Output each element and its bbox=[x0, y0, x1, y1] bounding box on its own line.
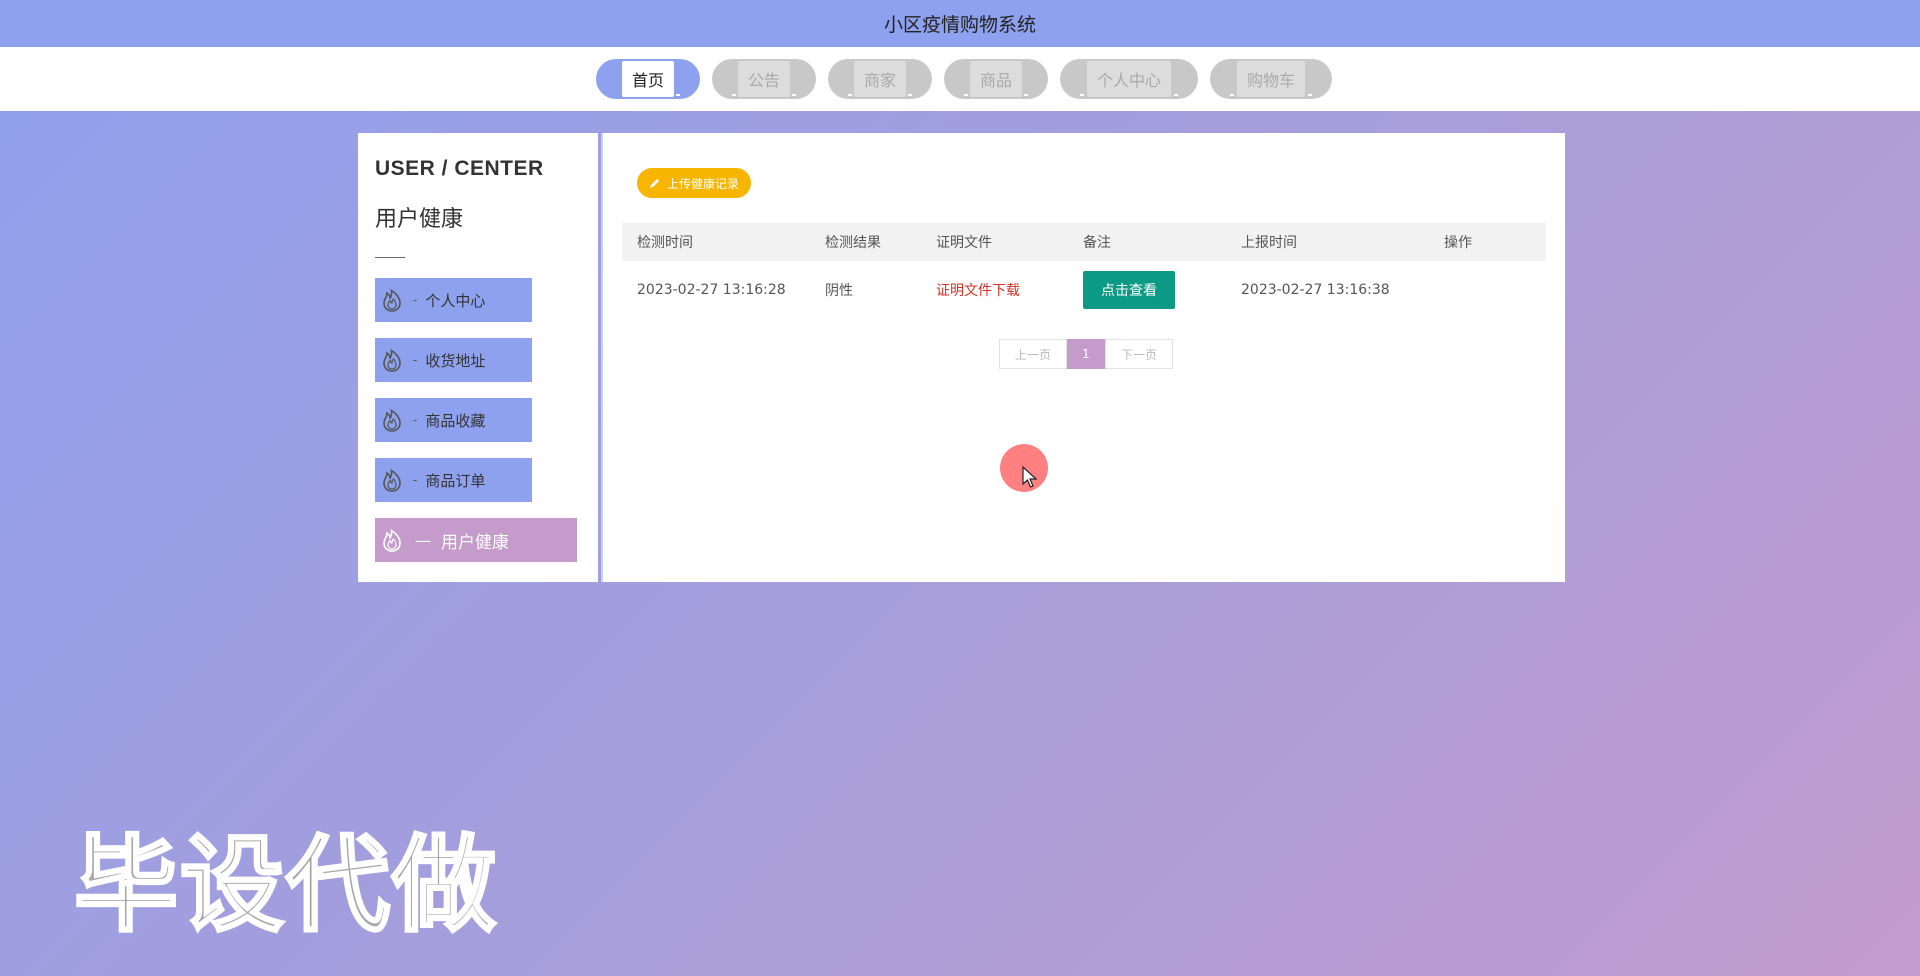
nav-item-label: 商家 bbox=[854, 61, 906, 97]
flame-icon bbox=[383, 288, 401, 312]
nav-item-goods[interactable]: 商品 bbox=[944, 59, 1048, 99]
cell-test-time: 2023-02-27 13:16:28 bbox=[637, 282, 786, 298]
health-record-table: 检测时间 检测结果 证明文件 备注 上报时间 操作 2023-02-27 13:… bbox=[622, 223, 1546, 319]
main-panel: 上传健康记录 检测时间 检测结果 证明文件 备注 上报时间 操作 2023-02… bbox=[601, 133, 1565, 582]
header-test-time: 检测时间 bbox=[637, 235, 693, 251]
nav-tick bbox=[908, 94, 912, 96]
nav-item-label: 个人中心 bbox=[1086, 61, 1171, 97]
sidebar-item-label: 商品收藏 bbox=[425, 411, 486, 430]
nav-tick bbox=[1308, 94, 1312, 96]
header-action: 操作 bbox=[1444, 235, 1472, 251]
page-1-button[interactable]: 1 bbox=[1067, 339, 1105, 369]
upload-button-label: 上传健康记录 bbox=[667, 176, 740, 191]
header-remark: 备注 bbox=[1083, 235, 1111, 251]
nav-item-label: 公告 bbox=[738, 61, 790, 97]
nav-tick bbox=[1024, 94, 1028, 96]
nav-item-label: 商品 bbox=[970, 61, 1022, 97]
nav-tick bbox=[1230, 94, 1234, 96]
sidebar-title: USER / CENTER bbox=[375, 157, 544, 180]
nav-item-label: 首页 bbox=[622, 61, 674, 97]
prev-page-button[interactable]: 上一页 bbox=[999, 339, 1067, 369]
flame-icon bbox=[383, 468, 401, 492]
nav-tick bbox=[1174, 94, 1178, 96]
cell-remark: 点击查看 bbox=[1083, 271, 1241, 309]
sidebar-item-dash: — bbox=[415, 530, 431, 550]
sidebar-item-shipping-address[interactable]: - 收货地址 bbox=[375, 338, 532, 382]
table-header: 检测时间 检测结果 证明文件 备注 上报时间 操作 bbox=[622, 223, 1546, 261]
nav-item-personal-center[interactable]: 个人中心 bbox=[1060, 59, 1198, 99]
cell-file: 证明文件下载 bbox=[936, 280, 1083, 300]
sidebar-item-label: 收货地址 bbox=[425, 351, 486, 370]
mouse-cursor-icon bbox=[1022, 466, 1038, 488]
nav-tick bbox=[676, 94, 680, 96]
sidebar-item-user-health[interactable]: — 用户健康 bbox=[375, 518, 577, 562]
nav-item-home[interactable]: 首页 bbox=[596, 59, 700, 99]
watermark-text: 毕设代做 bbox=[72, 823, 499, 948]
next-page-button[interactable]: 下一页 bbox=[1105, 339, 1173, 369]
app-title: 小区疫情购物系统 bbox=[883, 14, 1036, 36]
sidebar-item-dash: - bbox=[413, 473, 418, 487]
sidebar-item-favorites[interactable]: - 商品收藏 bbox=[375, 398, 532, 442]
cell-report-time: 2023-02-27 13:16:38 bbox=[1241, 282, 1390, 298]
flame-icon bbox=[383, 408, 401, 432]
sidebar-item-dash: - bbox=[413, 293, 418, 307]
pencil-icon bbox=[650, 179, 659, 188]
sidebar-item-orders[interactable]: - 商品订单 bbox=[375, 458, 532, 502]
sidebar-divider bbox=[375, 257, 405, 258]
sidebar-item-label: 商品订单 bbox=[425, 471, 486, 490]
sidebar-item-dash: - bbox=[413, 353, 418, 367]
nav-bar: 首页 公告 商家 商品 个人中心 购物车 bbox=[0, 47, 1920, 111]
table-row: 2023-02-27 13:16:28 阴性 证明文件下载 点击查看 2023-… bbox=[622, 261, 1546, 319]
header-file: 证明文件 bbox=[936, 235, 992, 251]
title-bar: 小区疫情购物系统 bbox=[0, 0, 1920, 47]
header-report-time: 上报时间 bbox=[1241, 235, 1297, 251]
sidebar-item-label: 用户健康 bbox=[441, 532, 509, 553]
view-remark-button[interactable]: 点击查看 bbox=[1083, 271, 1175, 309]
nav-item-label: 购物车 bbox=[1236, 61, 1305, 97]
nav-tick bbox=[792, 94, 796, 96]
sidebar: USER / CENTER 用户健康 - 个人中心 - 收货地址 - 商品收藏 … bbox=[358, 133, 598, 582]
nav-item-cart[interactable]: 购物车 bbox=[1210, 59, 1332, 99]
flame-icon bbox=[383, 348, 401, 372]
nav-item-notice[interactable]: 公告 bbox=[712, 59, 816, 99]
flame-icon bbox=[383, 528, 401, 552]
download-file-link[interactable]: 证明文件下载 bbox=[936, 283, 1020, 299]
nav-tick bbox=[732, 94, 736, 96]
sidebar-item-label: 个人中心 bbox=[425, 291, 486, 310]
nav-item-merchant[interactable]: 商家 bbox=[828, 59, 932, 99]
nav-tick bbox=[1080, 94, 1084, 96]
cell-result: 阴性 bbox=[825, 283, 853, 299]
header-result: 检测结果 bbox=[825, 235, 881, 251]
nav-tick bbox=[848, 94, 852, 96]
sidebar-subtitle: 用户健康 bbox=[375, 207, 464, 232]
upload-health-record-button[interactable]: 上传健康记录 bbox=[637, 168, 752, 198]
sidebar-item-dash: - bbox=[413, 413, 418, 427]
sidebar-item-personal-center[interactable]: - 个人中心 bbox=[375, 278, 532, 322]
pagination: 上一页 1 下一页 bbox=[999, 339, 1173, 369]
nav-tick bbox=[964, 94, 968, 96]
